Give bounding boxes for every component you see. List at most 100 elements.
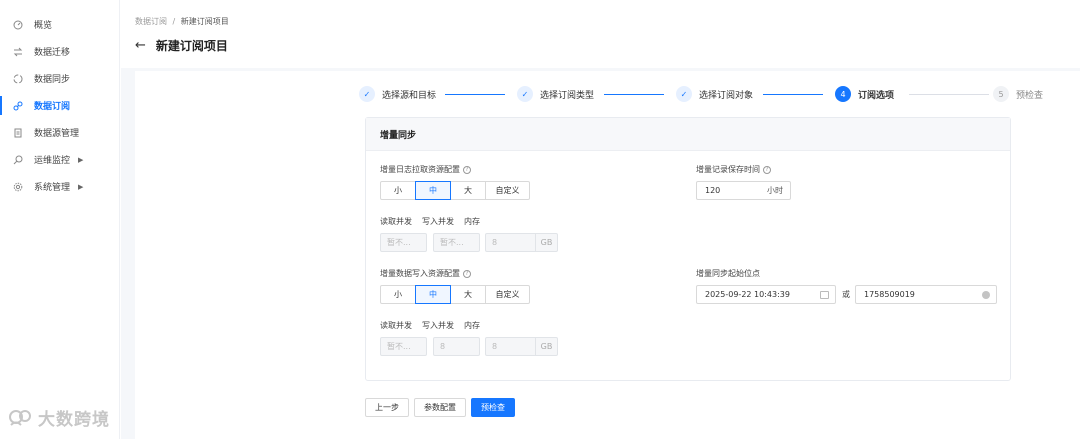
- size-option-medium[interactable]: 中: [415, 285, 451, 304]
- calendar-icon[interactable]: [820, 290, 829, 299]
- step-connector: [604, 94, 664, 95]
- card-title: 增量同步: [366, 118, 1010, 151]
- step-5: 5 预检查: [993, 85, 1043, 103]
- sync-icon: [12, 73, 24, 85]
- read-concurrency-input: 暂不...: [380, 337, 427, 356]
- param-config-button[interactable]: 参数配置: [414, 398, 466, 417]
- migrate-icon: [12, 46, 24, 58]
- write-config-label: 增量数据写入资源配置?: [380, 268, 471, 279]
- log-pull-size-selector: 小 中 大 自定义: [380, 181, 530, 200]
- sidebar: 概览 数据迁移 数据同步 数据订阅 数据源管理 运维监控 ▶ 系统管理 ▶: [0, 0, 120, 439]
- caret-right-icon: ▶: [78, 182, 84, 191]
- sidebar-item-sync[interactable]: 数据同步: [0, 65, 119, 92]
- step-2: ✓ 选择订阅类型: [517, 85, 594, 103]
- step-label: 预检查: [1016, 90, 1044, 101]
- start-datetime-input[interactable]: 2025-09-22 10:43:39: [696, 285, 836, 304]
- clear-icon[interactable]: [982, 290, 990, 299]
- log-pull-sublabels: 读取并发 写入并发 内存: [380, 216, 490, 227]
- step-label: 订阅选项: [858, 90, 895, 101]
- question-icon[interactable]: ?: [763, 165, 771, 174]
- size-option-medium[interactable]: 中: [415, 181, 451, 200]
- caret-right-icon: ▶: [78, 155, 84, 164]
- sidebar-item-migration[interactable]: 数据迁移: [0, 38, 119, 65]
- question-icon[interactable]: ?: [463, 165, 471, 174]
- breadcrumb-separator: /: [172, 17, 176, 26]
- read-concurrency-label: 读取并发: [380, 321, 412, 330]
- breadcrumb-parent[interactable]: 数据订阅: [135, 17, 167, 26]
- start-position-label: 增量同步起始位点: [696, 269, 760, 278]
- sidebar-item-label: 数据源管理: [34, 129, 80, 139]
- start-datetime-value: 2025-09-22 10:43:39: [705, 290, 790, 299]
- size-option-custom[interactable]: 自定义: [485, 181, 530, 200]
- content-panel: ✓ 选择源和目标 ✓ 选择订阅类型 ✓ 选择订阅对象 4 订阅选项 5 预检查 …: [135, 71, 1080, 439]
- step-connector: [445, 94, 505, 95]
- step-label: 选择源和目标: [382, 90, 437, 101]
- step-connector: [909, 94, 989, 95]
- size-option-large[interactable]: 大: [450, 285, 486, 304]
- question-icon[interactable]: ?: [463, 269, 471, 278]
- start-timestamp-input[interactable]: 1758509019: [855, 285, 997, 304]
- step-number: 4: [835, 86, 851, 102]
- step-4: 4 订阅选项: [835, 85, 894, 103]
- write-concurrency-input: 8: [433, 337, 480, 356]
- retention-value: 120: [705, 186, 721, 195]
- write-config-label-text: 增量数据写入资源配置: [380, 269, 460, 278]
- step-connector: [763, 94, 823, 95]
- memory-unit: GB: [535, 338, 557, 355]
- sidebar-item-datasource[interactable]: 数据源管理: [0, 119, 119, 146]
- size-option-custom[interactable]: 自定义: [485, 285, 530, 304]
- dashboard-icon: [12, 19, 24, 31]
- start-timestamp-value: 1758509019: [864, 290, 915, 299]
- sidebar-item-label: 系统管理: [34, 183, 71, 193]
- size-option-large[interactable]: 大: [450, 181, 486, 200]
- write-concurrency-label: 写入并发: [422, 217, 454, 226]
- retention-label: 增量记录保存时间?: [696, 164, 771, 175]
- log-pull-label-text: 增量日志拉取资源配置: [380, 165, 460, 174]
- write-concurrency-input: 暂不...: [433, 233, 480, 252]
- check-icon: ✓: [359, 86, 375, 102]
- memory-unit: GB: [535, 234, 557, 251]
- memory-label: 内存: [464, 217, 480, 226]
- or-text: 或: [842, 290, 850, 299]
- sidebar-item-monitor[interactable]: 运维监控 ▶: [0, 146, 119, 173]
- sidebar-item-label: 数据同步: [34, 75, 71, 85]
- check-icon: ✓: [517, 86, 533, 102]
- check-icon: ✓: [676, 86, 692, 102]
- watermark-logo-icon: [9, 409, 31, 426]
- write-size-selector: 小 中 大 自定义: [380, 285, 530, 304]
- sidebar-item-system[interactable]: 系统管理 ▶: [0, 173, 119, 200]
- subscribe-icon: [12, 100, 24, 112]
- settings-icon: [12, 181, 24, 193]
- memory-value: 8: [492, 342, 498, 351]
- retention-unit: 小时: [767, 186, 783, 195]
- step-1: ✓ 选择源和目标: [359, 85, 436, 103]
- step-label: 选择订阅类型: [540, 90, 595, 101]
- read-concurrency-input: 暂不...: [380, 233, 427, 252]
- breadcrumb-current: 新建订阅项目: [180, 17, 229, 26]
- page-title: 新建订阅项目: [155, 39, 228, 53]
- breadcrumb: 数据订阅 / 新建订阅项目: [135, 16, 1080, 27]
- app-root: 概览 数据迁移 数据同步 数据订阅 数据源管理 运维监控 ▶ 系统管理 ▶ 数据…: [0, 0, 1080, 439]
- datasource-icon: [12, 127, 24, 139]
- step-label: 选择订阅对象: [699, 90, 754, 101]
- memory-input: 8 GB: [485, 233, 558, 252]
- incremental-sync-card: 增量同步 增量日志拉取资源配置? 小 中 大 自定义 读取并发 写入并发 内存 …: [365, 117, 1011, 381]
- monitor-icon: [12, 154, 24, 166]
- log-pull-label: 增量日志拉取资源配置?: [380, 164, 471, 175]
- precheck-button[interactable]: 预检查: [471, 398, 515, 417]
- prev-step-button[interactable]: 上一步: [365, 398, 409, 417]
- size-option-small[interactable]: 小: [380, 181, 416, 200]
- size-option-small[interactable]: 小: [380, 285, 416, 304]
- sidebar-item-label: 运维监控: [34, 156, 71, 166]
- sidebar-item-label: 概览: [34, 21, 53, 31]
- read-concurrency-label: 读取并发: [380, 217, 412, 226]
- back-arrow-icon[interactable]: ←: [135, 39, 146, 52]
- sidebar-item-subscribe[interactable]: 数据订阅: [0, 92, 119, 119]
- write-sublabels: 读取并发 写入并发 内存: [380, 320, 490, 331]
- stepper: ✓ 选择源和目标 ✓ 选择订阅类型 ✓ 选择订阅对象 4 订阅选项 5 预检查: [359, 85, 1049, 103]
- sidebar-item-label: 数据迁移: [34, 48, 71, 58]
- watermark-text: 大数跨境: [38, 410, 110, 430]
- main-area: 数据订阅 / 新建订阅项目 ← 新建订阅项目 ✓ 选择源和目标 ✓ 选择订阅类型: [121, 0, 1080, 439]
- sidebar-item-overview[interactable]: 概览: [0, 11, 119, 38]
- retention-input[interactable]: 120 小时: [696, 181, 791, 200]
